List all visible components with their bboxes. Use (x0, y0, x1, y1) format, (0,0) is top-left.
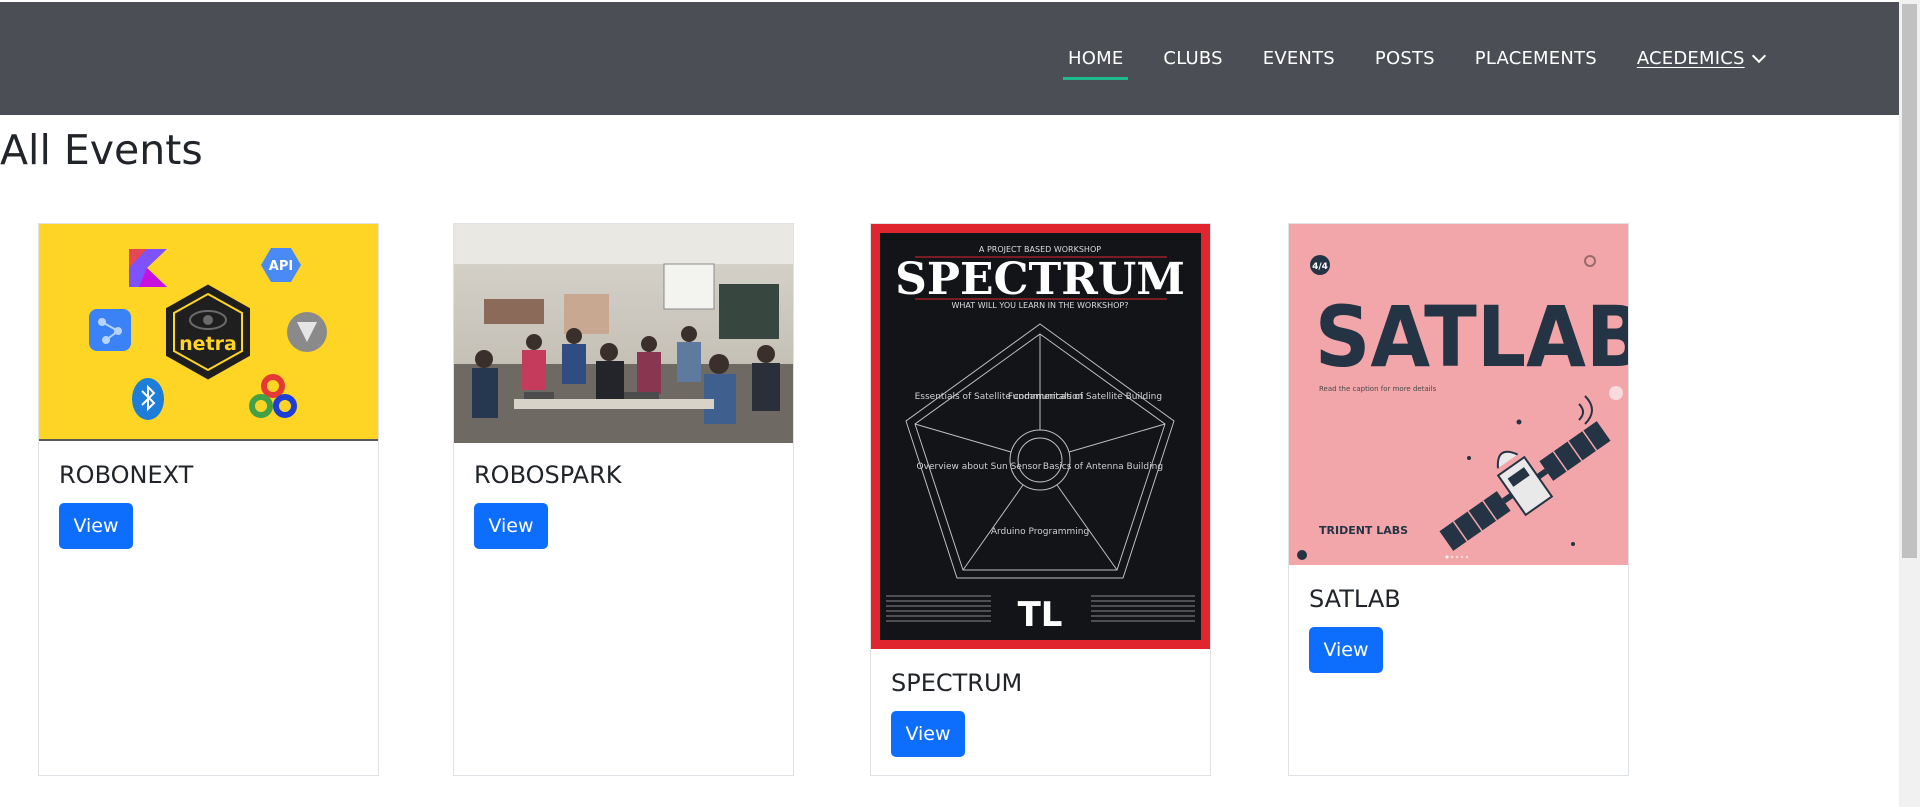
card-title: ROBONEXT (59, 461, 194, 489)
navbar: HOME CLUBS EVENTS POSTS PLACEMENTS ACEDE… (0, 2, 1899, 115)
main-nav: HOME CLUBS EVENTS POSTS PLACEMENTS ACEDE… (1062, 2, 1766, 115)
spectrum-poster: A PROJECT BASED WORKSHOP SPECTRUM WHAT W… (871, 224, 1210, 649)
event-card-spectrum: A PROJECT BASED WORKSHOP SPECTRUM WHAT W… (870, 223, 1211, 776)
spectrum-topic: Basics of Antenna Building (1043, 462, 1163, 472)
scrollbar-thumb[interactable] (1902, 4, 1917, 558)
spectrum-topic: Arduino Programming (991, 527, 1089, 537)
svg-text:API: API (269, 259, 293, 274)
event-card-satlab: 4/4 SATLAB Read the caption for more det… (1288, 223, 1629, 776)
chevron-down-icon (1751, 48, 1766, 64)
netra-logo: netra (166, 284, 250, 380)
card-title: ROBOSPARK (474, 461, 622, 489)
carousel-counter: 4/4 (1312, 262, 1328, 272)
event-card-robospark: ROBOSPARK View (453, 223, 794, 776)
page-scrollbar[interactable] (1899, 0, 1920, 807)
card-body: SPECTRUM View (891, 669, 1023, 757)
view-button-spectrum[interactable]: View (891, 711, 965, 757)
card-body: ROBOSPARK View (474, 461, 622, 549)
svg-text:SPECTRUM: SPECTRUM (895, 254, 1185, 305)
card-title: SATLAB (1309, 585, 1401, 613)
workflow-icon (89, 309, 131, 351)
svg-text:SATLAB: SATLAB (1315, 289, 1628, 387)
svg-text:netra: netra (179, 333, 237, 355)
nav-academics-label: ACEDEMICS (1636, 48, 1745, 69)
spectrum-topic: Fundamentals of Satellite Building (1008, 392, 1162, 402)
event-card-robonext: API netra ROBONEXT View (38, 223, 379, 776)
nav-clubs[interactable]: CLUBS (1163, 48, 1222, 69)
nav-events[interactable]: EVENTS (1263, 48, 1335, 69)
robospark-photo (454, 224, 793, 443)
card-title: SPECTRUM (891, 669, 1023, 697)
svg-text:A PROJECT BASED WORKSHOP: A PROJECT BASED WORKSHOP (979, 245, 1101, 254)
view-button-robonext[interactable]: View (59, 503, 133, 549)
svg-text:WHAT WILL YOU LEARN IN THE WOR: WHAT WILL YOU LEARN IN THE WORKSHOP? (951, 301, 1128, 310)
svg-text:Read the caption for more deta: Read the caption for more details (1319, 385, 1437, 393)
bluetooth-icon (132, 378, 164, 420)
nav-home[interactable]: HOME (1062, 48, 1129, 80)
nav-placements[interactable]: PLACEMENTS (1475, 48, 1597, 69)
card-body: SATLAB View (1309, 585, 1401, 673)
nav-academics-dropdown[interactable]: ACEDEMICS (1636, 48, 1766, 69)
view-button-robospark[interactable]: View (474, 503, 548, 549)
trident-labs-logo: TRIDENT LABS (1319, 524, 1408, 537)
robonext-image: API netra (39, 224, 378, 441)
vuetify-icon (287, 312, 327, 352)
card-body: ROBONEXT View (59, 461, 194, 549)
carousel-next-icon (1609, 386, 1623, 400)
view-button-satlab[interactable]: View (1309, 627, 1383, 673)
trident-labs-logo: TL (1018, 595, 1063, 635)
satlab-poster: 4/4 SATLAB Read the caption for more det… (1289, 224, 1628, 565)
page-title: All Events (0, 126, 203, 174)
spectrum-topic: Overview about Sun Sensor (917, 462, 1042, 472)
nav-posts[interactable]: POSTS (1375, 48, 1435, 69)
